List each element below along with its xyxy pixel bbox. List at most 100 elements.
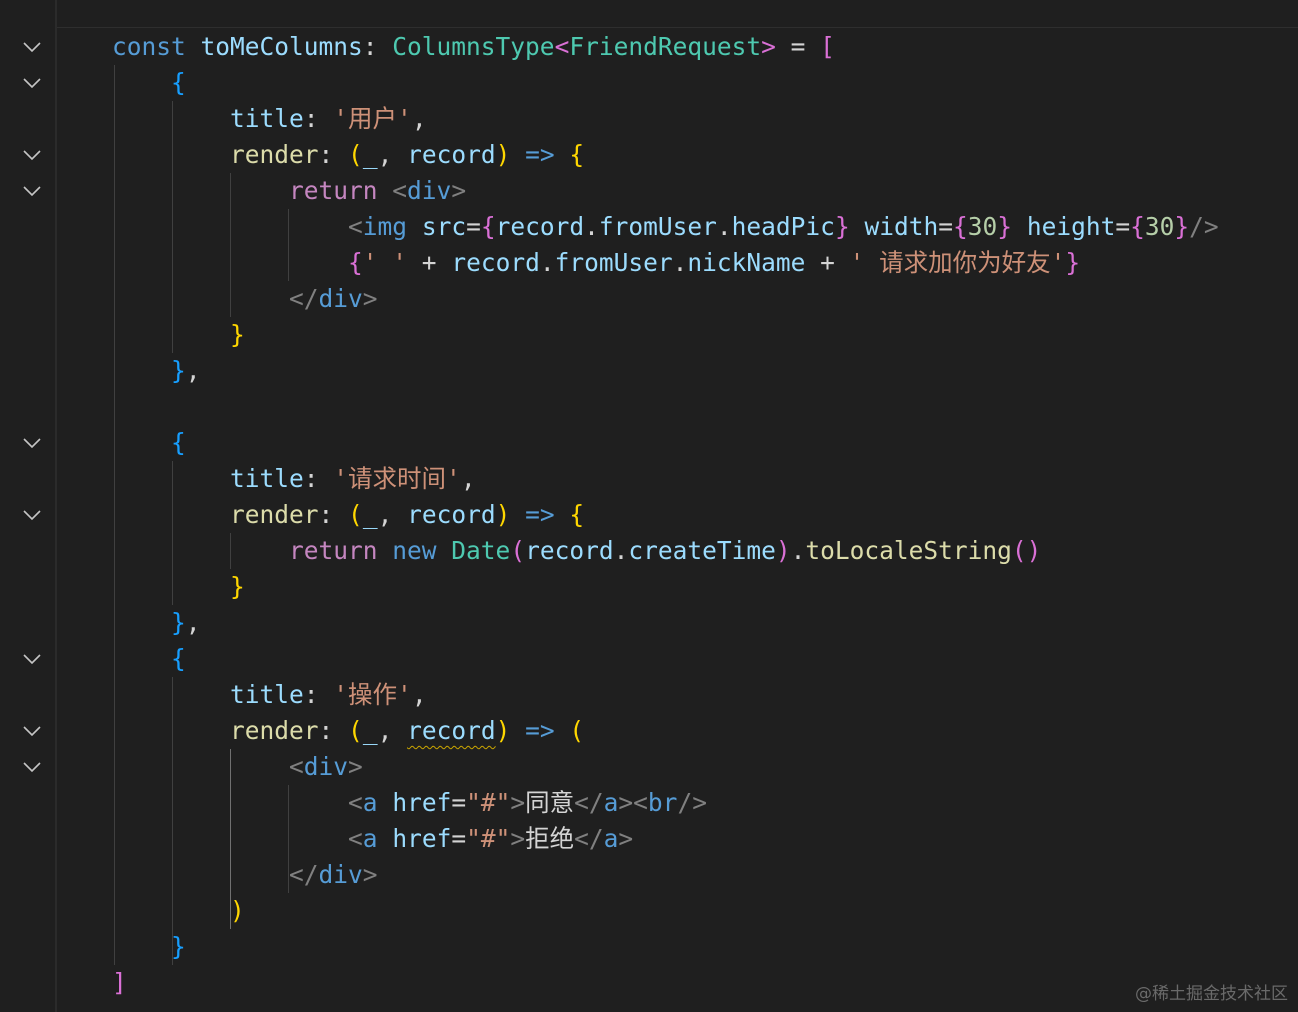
code-token: : <box>318 140 349 169</box>
code-line[interactable]: return <div> <box>112 173 466 209</box>
code-token: : <box>318 500 349 529</box>
code-token: < <box>554 32 570 61</box>
code-line[interactable]: { <box>112 425 186 461</box>
code-line[interactable]: } <box>112 569 245 605</box>
code-editor[interactable]: const toMeColumns: ColumnsType<FriendReq… <box>112 29 1298 1012</box>
code-line[interactable]: <a href="#">同意</a><br/> <box>112 785 707 821</box>
code-token: ) <box>775 536 791 565</box>
code-token: src <box>421 212 467 241</box>
code-token: _ <box>362 716 378 745</box>
code-token: . <box>613 536 629 565</box>
code-line[interactable]: title: '用户', <box>112 101 427 137</box>
code-line[interactable]: ] <box>112 965 127 1001</box>
chevron-down-icon[interactable] <box>21 144 43 166</box>
chevron-down-icon[interactable] <box>21 720 43 742</box>
code-line[interactable]: render: (_, record) => ( <box>112 713 584 749</box>
chevron-down-icon[interactable] <box>21 36 43 58</box>
code-token: } <box>834 212 850 241</box>
code-token: , <box>377 716 408 745</box>
code-token: = <box>1115 212 1131 241</box>
code-token: fromUser <box>554 248 673 277</box>
chevron-down-icon[interactable] <box>21 180 43 202</box>
chevron-down-icon[interactable] <box>21 72 43 94</box>
code-token: 同意 <box>525 788 575 817</box>
code-token: = <box>451 788 467 817</box>
code-line[interactable]: return new Date(record.createTime).toLoc… <box>112 533 1041 569</box>
code-token: /> <box>677 788 707 817</box>
code-token: , <box>411 104 427 133</box>
code-line[interactable]: title: '请求时间', <box>112 461 476 497</box>
watermark: @稀土掘金技术社区 <box>1135 984 1288 1004</box>
code-token: => <box>510 716 570 745</box>
code-token: Date <box>451 536 511 565</box>
code-token: = <box>451 824 467 853</box>
code-token: . <box>716 212 732 241</box>
code-line[interactable]: title: '操作', <box>112 677 427 713</box>
code-line[interactable]: { <box>112 641 186 677</box>
code-token: , <box>377 140 408 169</box>
code-line[interactable]: </div> <box>112 281 378 317</box>
code-token: : <box>362 32 393 61</box>
code-token: { <box>569 140 585 169</box>
code-line[interactable]: render: (_, record) => { <box>112 137 584 173</box>
code-token: ) <box>495 716 511 745</box>
code-token: new <box>392 536 452 565</box>
code-token: div <box>318 860 363 889</box>
code-token: a <box>603 788 619 817</box>
code-token: '操作' <box>333 680 412 709</box>
code-token: { <box>569 500 585 529</box>
chevron-down-icon[interactable] <box>21 504 43 526</box>
code-token: _ <box>362 500 378 529</box>
code-line[interactable]: <a href="#">拒绝</a> <box>112 821 633 857</box>
code-token: { <box>480 212 496 241</box>
code-token: : <box>303 104 334 133</box>
code-token: < <box>348 212 363 241</box>
code-token: ] <box>112 968 127 997</box>
code-line[interactable]: { <box>112 65 186 101</box>
code-line[interactable]: const toMeColumns: ColumnsType<FriendReq… <box>112 29 835 65</box>
code-line[interactable]: <img src={record.fromUser.headPic} width… <box>112 209 1219 245</box>
code-token: record <box>525 536 614 565</box>
code-token: a <box>603 824 619 853</box>
code-line[interactable]: }, <box>112 605 201 641</box>
code-token: > <box>362 284 378 313</box>
code-line[interactable]: render: (_, record) => { <box>112 497 584 533</box>
code-line[interactable]: {' ' + record.fromUser.nickName + ' 请求加你… <box>112 245 1080 281</box>
code-token: < <box>289 752 304 781</box>
code-token: < <box>392 176 408 205</box>
code-token: > <box>362 860 378 889</box>
code-token: ColumnsType <box>392 32 555 61</box>
code-token: . <box>672 248 688 277</box>
code-token: nickName <box>687 248 806 277</box>
code-token: , <box>377 500 408 529</box>
code-line[interactable]: } <box>112 929 186 965</box>
code-line[interactable]: }, <box>112 353 201 389</box>
code-line[interactable]: <div> <box>112 749 363 785</box>
code-token: 拒绝 <box>525 824 575 853</box>
chevron-down-icon[interactable] <box>21 756 43 778</box>
code-token: 30 <box>1144 212 1175 241</box>
code-token: } <box>230 320 245 349</box>
code-token: width <box>864 212 939 241</box>
code-token: const <box>112 32 201 61</box>
code-line[interactable]: } <box>112 317 245 353</box>
code-token: } <box>171 932 186 961</box>
code-line[interactable]: </div> <box>112 857 378 893</box>
code-line[interactable]: ) <box>112 893 245 929</box>
chevron-down-icon[interactable] <box>21 648 43 670</box>
code-token: a <box>362 788 378 817</box>
chevron-down-icon[interactable] <box>21 432 43 454</box>
code-token: "#" <box>466 824 511 853</box>
code-token: return <box>289 176 393 205</box>
code-token: + <box>407 248 452 277</box>
